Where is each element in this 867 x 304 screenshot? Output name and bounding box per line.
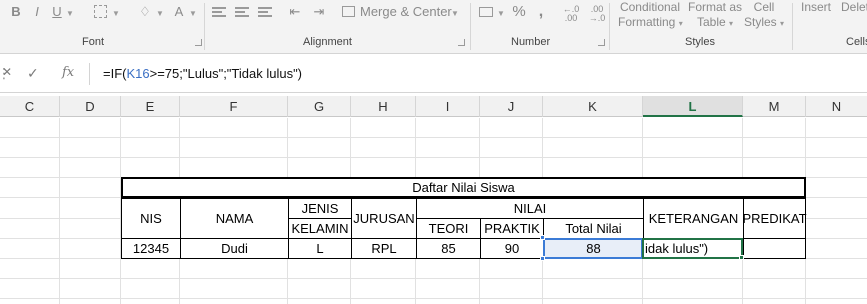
group-separator xyxy=(470,3,471,50)
header-nis[interactable]: NIS xyxy=(121,198,181,239)
cell-nama[interactable]: Dudi xyxy=(180,238,289,259)
header-keterangan[interactable]: KETERANGAN xyxy=(643,198,744,239)
cell-jurusan[interactable]: RPL xyxy=(351,238,417,259)
column-header-g[interactable]: G xyxy=(288,96,351,117)
gridline xyxy=(0,137,867,138)
cancel-icon[interactable]: ✕ xyxy=(2,65,12,79)
column-header-e[interactable]: E xyxy=(121,96,180,117)
header-total-nilai[interactable]: Total Nilai xyxy=(543,218,644,239)
header-nilai[interactable]: NILAI xyxy=(416,198,644,219)
gridline xyxy=(0,278,867,279)
formula-bar: ⋮ ✕ ✓ fx =IF(K16>=75;"Lulus";"Tidak lulu… xyxy=(0,55,867,93)
format-as-table-label-line1: Format as xyxy=(687,0,742,14)
column-header-c[interactable]: C xyxy=(0,96,60,117)
formula-part-1: =IF( xyxy=(103,66,127,81)
group-separator xyxy=(204,3,205,50)
formula-bar-separator xyxy=(89,63,90,85)
header-kelamin[interactable]: KELAMIN xyxy=(288,218,352,239)
cell-predikat[interactable] xyxy=(743,238,806,259)
header-predikat[interactable]: PREDIKAT xyxy=(742,198,807,239)
formula-cell-reference: K16 xyxy=(126,66,150,81)
fill-color-icon[interactable]: ♢ xyxy=(136,3,154,21)
cell-styles-label-line1: Cell xyxy=(753,0,775,14)
formula-input[interactable]: =IF(K16>=75;"Lulus";"Tidak lulus") xyxy=(103,66,302,81)
cell-styles-label-line2: Styles xyxy=(744,15,777,29)
font-dialog-launcher-icon[interactable] xyxy=(195,39,202,46)
increase-decimal-icon[interactable]: ←.0.00 xyxy=(561,5,581,23)
column-header-k[interactable]: K xyxy=(543,96,643,117)
insert-function-button[interactable]: fx xyxy=(62,65,74,80)
formula-part-2: >=75;"Lulus";"Tidak lulus") xyxy=(149,66,303,81)
increase-indent-icon[interactable]: ⇥ xyxy=(310,3,328,21)
bold-button[interactable]: B xyxy=(8,3,24,21)
format-as-table-label-line2: Table xyxy=(696,15,726,29)
column-header-h[interactable]: H xyxy=(351,96,416,117)
cell-jenis-kelamin[interactable]: L xyxy=(288,238,352,259)
font-color-dropdown-icon[interactable]: ▼ xyxy=(189,5,197,21)
cell-praktik[interactable]: 90 xyxy=(480,238,544,259)
formula-reference-highlight xyxy=(543,238,643,259)
align-right-icon[interactable] xyxy=(258,7,272,17)
cells-group-label: Cells xyxy=(846,36,867,48)
font-color-button[interactable]: A xyxy=(172,3,186,21)
accounting-format-icon[interactable] xyxy=(477,3,495,21)
column-header-l[interactable]: L xyxy=(643,96,743,117)
gridline xyxy=(0,157,867,158)
italic-button[interactable]: I xyxy=(30,3,44,21)
header-jurusan[interactable]: JURUSAN xyxy=(351,198,417,239)
number-group-label: Number xyxy=(511,36,551,48)
column-header-f[interactable]: F xyxy=(180,96,288,117)
merge-center-icon[interactable] xyxy=(340,3,356,21)
fill-color-dropdown-icon[interactable]: ▼ xyxy=(156,5,164,21)
percent-style-button[interactable]: % xyxy=(511,3,527,21)
underline-button[interactable]: U xyxy=(50,3,64,21)
fill-handle[interactable] xyxy=(739,255,744,260)
alignment-group-label: Alignment xyxy=(303,36,352,48)
conditional-formatting-label-line2: Formatting xyxy=(618,15,676,29)
gridline xyxy=(59,118,60,304)
borders-icon[interactable] xyxy=(92,3,108,21)
ribbon: B I U ▼ ▼ ♢ ▼ A ▼ Font ⇤ ⇥ Merge & Cente… xyxy=(0,0,867,54)
comma-style-button[interactable]: , xyxy=(536,3,546,21)
column-header-d[interactable]: D xyxy=(60,96,121,117)
gridline xyxy=(0,298,867,299)
cell-styles-button[interactable]: Cell Styles ▾ xyxy=(744,0,784,31)
group-separator xyxy=(609,3,610,50)
cell-nis[interactable]: 12345 xyxy=(121,238,181,259)
active-cell-editor[interactable]: idak lulus") xyxy=(642,238,743,259)
conditional-formatting-label-line1: Conditional xyxy=(619,0,681,14)
delete-cells-button[interactable]: Delete xyxy=(841,0,867,14)
borders-dropdown-icon[interactable]: ▼ xyxy=(112,5,120,21)
group-separator xyxy=(792,3,793,50)
header-nama[interactable]: NAMA xyxy=(180,198,289,239)
alignment-dialog-launcher-icon[interactable] xyxy=(458,39,465,46)
header-teori[interactable]: TEORI xyxy=(416,218,481,239)
cell-teori[interactable]: 85 xyxy=(416,238,481,259)
font-group-label: Font xyxy=(82,36,105,48)
reference-corner-handle[interactable] xyxy=(540,256,545,261)
header-jenis[interactable]: JENIS xyxy=(288,198,352,219)
format-as-table-button[interactable]: Format as Table ▾ xyxy=(686,0,744,31)
decrease-indent-icon[interactable]: ⇤ xyxy=(286,3,304,21)
column-header-i[interactable]: I xyxy=(416,96,480,117)
column-header-bar: C D E F G H I J K L M N xyxy=(0,96,867,117)
insert-cells-button[interactable]: Insert xyxy=(801,0,831,14)
merge-dropdown-icon[interactable]: ▼ xyxy=(451,5,459,21)
align-center-icon[interactable] xyxy=(235,7,249,17)
reference-corner-handle[interactable] xyxy=(540,235,545,240)
column-header-n[interactable]: N xyxy=(806,96,867,117)
conditional-formatting-button[interactable]: Conditional Formatting ▾ xyxy=(618,0,683,31)
accounting-dropdown-icon[interactable]: ▼ xyxy=(497,5,505,21)
table-title[interactable]: Daftar Nilai Siswa xyxy=(121,177,806,198)
underline-dropdown-icon[interactable]: ▼ xyxy=(66,5,74,21)
decrease-decimal-icon[interactable]: .00 →.0 xyxy=(587,5,607,23)
styles-group-label: Styles xyxy=(685,36,715,48)
number-dialog-launcher-icon[interactable] xyxy=(598,39,605,46)
merge-center-button[interactable]: Merge & Center xyxy=(360,5,452,19)
align-left-icon[interactable] xyxy=(212,7,226,17)
column-header-m[interactable]: M xyxy=(743,96,806,117)
check-icon[interactable]: ✓ xyxy=(27,65,39,82)
column-header-j[interactable]: J xyxy=(480,96,543,117)
header-praktik[interactable]: PRAKTIK xyxy=(480,218,544,239)
